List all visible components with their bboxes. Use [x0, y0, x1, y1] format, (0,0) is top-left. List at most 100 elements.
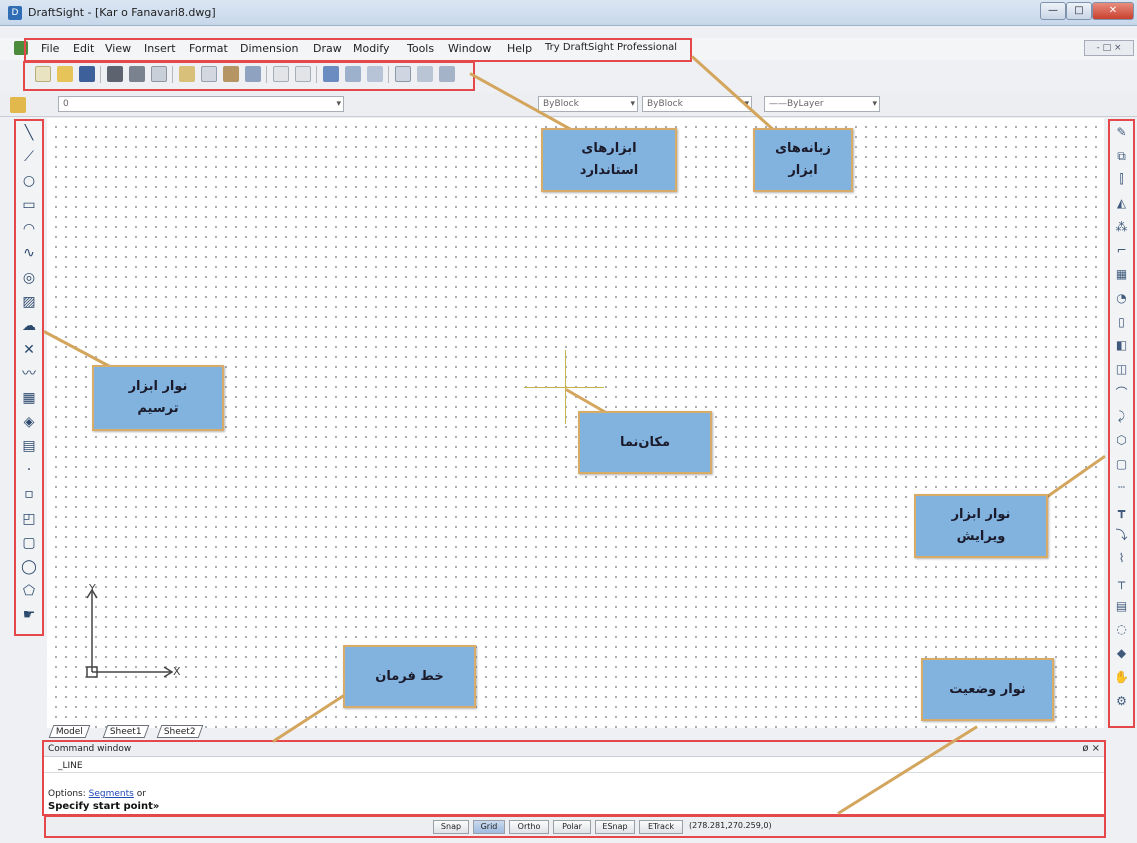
- paste-icon[interactable]: [223, 66, 239, 82]
- match-properties-icon[interactable]: ✋: [1110, 666, 1133, 690]
- insert-block-icon[interactable]: ▤: [16, 434, 42, 458]
- hatch-icon[interactable]: ▨: [16, 290, 42, 314]
- extend-icon[interactable]: ◫: [1110, 358, 1133, 382]
- block-icon[interactable]: ◈: [16, 410, 42, 434]
- document-window-controls[interactable]: - □ ×: [1084, 40, 1134, 56]
- maximize-button[interactable]: □: [1066, 2, 1092, 20]
- tab-model[interactable]: Model: [48, 725, 91, 738]
- edit-spline-icon[interactable]: ◌: [1110, 618, 1133, 642]
- callout-menu-tabs-line1: زبانه‌های: [775, 141, 831, 156]
- trim-icon[interactable]: ◧: [1110, 334, 1133, 358]
- zoom-previous-icon[interactable]: [439, 66, 455, 82]
- esnap-toggle[interactable]: ESnap: [595, 820, 635, 834]
- table-icon[interactable]: ▦: [16, 386, 42, 410]
- note-icon[interactable]: ◰: [16, 507, 42, 531]
- copy-icon[interactable]: ⧉: [1110, 145, 1133, 169]
- menu-format[interactable]: Format: [189, 42, 228, 55]
- close-button[interactable]: ✕: [1092, 2, 1134, 20]
- copy-icon[interactable]: [201, 66, 217, 82]
- command-window-controls[interactable]: ø ×: [1082, 742, 1100, 756]
- rectangle-icon[interactable]: ▭: [16, 193, 42, 217]
- layer-manager-icon[interactable]: [10, 97, 26, 113]
- polygon-icon[interactable]: ▢: [16, 531, 42, 555]
- stretch-icon[interactable]: ▯: [1110, 311, 1133, 335]
- menu-file[interactable]: File: [41, 42, 59, 55]
- draw-toolbar: ╲ ⟋ ○ ▭ ◠ ∿ ◎ ▨ ☁ ✕ 〰 ▦ ◈ ▤ · ▫ ◰ ▢ ◯ ⬠ …: [14, 119, 44, 636]
- lengthen-icon[interactable]: ⤵: [1110, 524, 1133, 548]
- ellipse-icon[interactable]: ◎: [16, 266, 42, 290]
- join-icon[interactable]: ⤸: [1110, 405, 1133, 429]
- lineweight-combo[interactable]: ——ByLayer: [764, 96, 880, 112]
- offset-icon[interactable]: ◭: [1110, 192, 1133, 216]
- edit-hatch-icon[interactable]: ◆: [1110, 642, 1133, 666]
- revision-cloud-icon[interactable]: ☁: [16, 314, 42, 338]
- save-icon[interactable]: [79, 66, 95, 82]
- undo-icon[interactable]: [273, 66, 289, 82]
- break-icon[interactable]: ⌒: [1110, 382, 1133, 406]
- erase-icon[interactable]: ✎: [1110, 121, 1133, 145]
- region-icon[interactable]: ⬠: [16, 579, 42, 603]
- weld-icon[interactable]: ┬: [1110, 571, 1133, 595]
- zoom-icon[interactable]: [345, 66, 361, 82]
- zoom-window-icon[interactable]: [367, 66, 383, 82]
- explode-icon[interactable]: ┄: [1110, 476, 1133, 500]
- menu-insert[interactable]: Insert: [144, 42, 176, 55]
- line-icon[interactable]: ╲: [16, 121, 42, 145]
- menu-draw[interactable]: Draw: [313, 42, 342, 55]
- grid-toggle[interactable]: Grid: [473, 820, 505, 834]
- menu-dimension[interactable]: Dimension: [240, 42, 298, 55]
- menu-try-professional[interactable]: Try DraftSight Professional: [545, 42, 677, 53]
- chamfer-icon[interactable]: ⬡: [1110, 429, 1133, 453]
- snap-toggle[interactable]: Snap: [433, 820, 469, 834]
- tab-sheet2[interactable]: Sheet2: [156, 725, 204, 738]
- match-properties-icon[interactable]: [245, 66, 261, 82]
- cut-icon[interactable]: [179, 66, 195, 82]
- etrack-toggle[interactable]: ETrack: [639, 820, 683, 834]
- circle-icon[interactable]: ○: [16, 169, 42, 193]
- fillet-icon[interactable]: ▢: [1110, 453, 1133, 477]
- move-icon[interactable]: ⌐: [1110, 239, 1133, 263]
- menu-edit[interactable]: Edit: [73, 42, 94, 55]
- new-icon[interactable]: [35, 66, 51, 82]
- split-icon[interactable]: ⌇: [1110, 547, 1133, 571]
- pointer-icon[interactable]: ☛: [16, 603, 42, 627]
- tab-sheet1[interactable]: Sheet1: [102, 725, 150, 738]
- align-icon[interactable]: ┳: [1110, 500, 1133, 524]
- open-icon[interactable]: [57, 66, 73, 82]
- mirror-icon[interactable]: ⫿: [1110, 168, 1133, 192]
- arc-icon[interactable]: ◠: [16, 217, 42, 241]
- spline-icon[interactable]: ∿: [16, 241, 42, 265]
- menu-tools[interactable]: Tools: [407, 42, 434, 55]
- redo-icon[interactable]: [295, 66, 311, 82]
- properties-icon[interactable]: [395, 66, 411, 82]
- layer-combo[interactable]: 0: [58, 96, 344, 112]
- print-icon[interactable]: [107, 66, 123, 82]
- page-setup-icon[interactable]: [151, 66, 167, 82]
- color-combo[interactable]: ByBlock: [538, 96, 638, 112]
- rotate-icon[interactable]: ▦: [1110, 263, 1133, 287]
- edit-polyline-icon[interactable]: ▤: [1110, 595, 1133, 619]
- pan-icon[interactable]: [323, 66, 339, 82]
- polar-toggle[interactable]: Polar: [553, 820, 591, 834]
- menu-modify[interactable]: Modify: [353, 42, 389, 55]
- ring-icon[interactable]: ◯: [16, 555, 42, 579]
- menu-view[interactable]: View: [105, 42, 131, 55]
- callout-standard-tools-line2: استاندارد: [579, 163, 639, 178]
- infinite-line-icon[interactable]: ✕: [16, 338, 42, 362]
- polyline-icon[interactable]: ⟋: [16, 145, 42, 169]
- zoom-extents-icon[interactable]: [417, 66, 433, 82]
- segments-option[interactable]: Segments: [89, 789, 134, 799]
- point-icon[interactable]: ·: [16, 458, 42, 482]
- print-preview-icon[interactable]: [129, 66, 145, 82]
- ortho-toggle[interactable]: Ortho: [509, 820, 549, 834]
- callout-command-line-line1: خط فرمان: [375, 668, 444, 684]
- text-icon[interactable]: ▫: [16, 482, 42, 506]
- scale-icon[interactable]: ◔: [1110, 287, 1133, 311]
- menu-window[interactable]: Window: [448, 42, 491, 55]
- pattern-icon[interactable]: ⁂: [1110, 216, 1133, 240]
- freehand-icon[interactable]: 〰: [16, 362, 42, 386]
- menu-help[interactable]: Help: [507, 42, 532, 55]
- minimize-button[interactable]: —: [1040, 2, 1066, 20]
- properties-icon[interactable]: ⚙: [1110, 690, 1133, 714]
- command-input[interactable]: _LINE: [44, 759, 1104, 773]
